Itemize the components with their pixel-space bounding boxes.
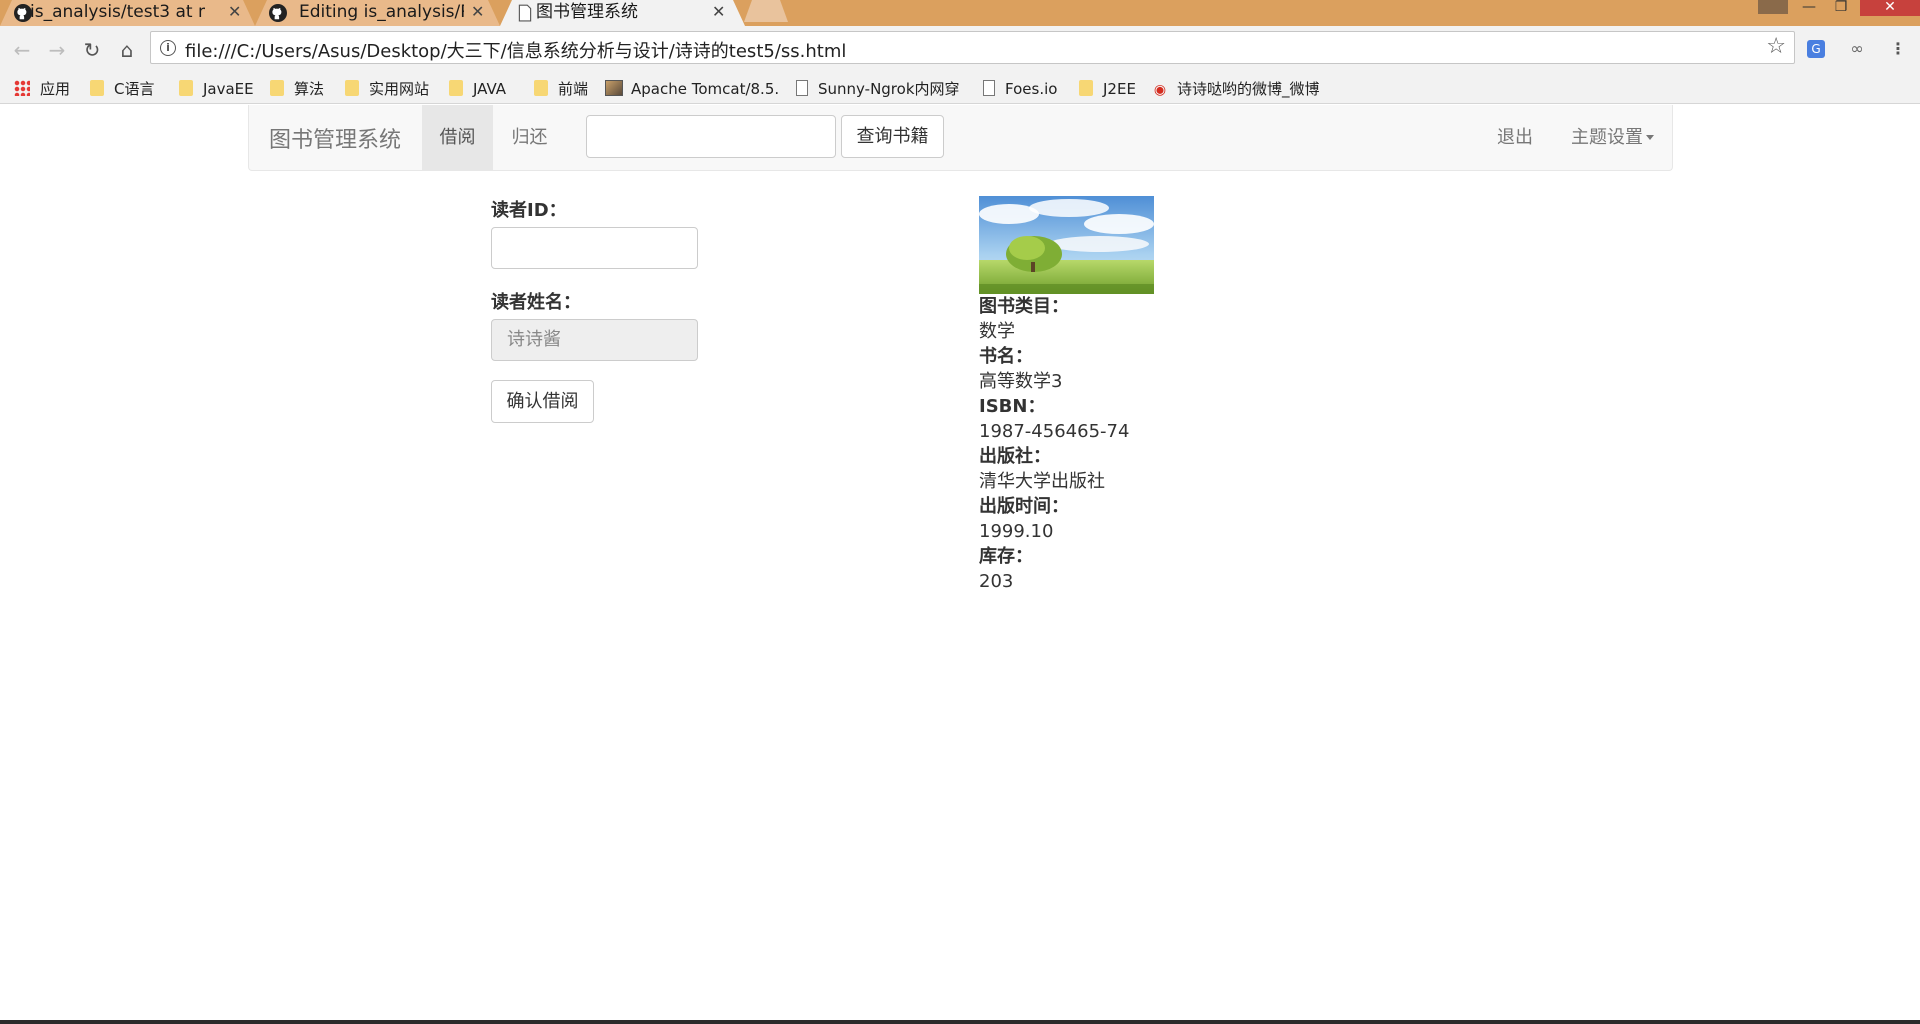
close-icon[interactable]: ✕	[712, 0, 725, 24]
apps-icon	[14, 80, 30, 96]
github-icon	[269, 4, 287, 22]
bookmark-label: 应用	[40, 80, 71, 98]
close-icon[interactable]: ✕	[471, 0, 484, 24]
home-icon[interactable]: ⌂	[115, 39, 139, 63]
isbn-label: ISBN：	[979, 396, 1046, 417]
nav-return[interactable]: 归还	[493, 105, 566, 170]
publisher-label: 出版社：	[979, 446, 1051, 467]
theme-settings-dropdown[interactable]: 主题设置	[1571, 105, 1654, 170]
book-cover-image	[979, 196, 1154, 294]
tab-editing-readme[interactable]: Editing is_analysis/REA ✕	[255, 0, 500, 26]
bottom-border	[0, 1020, 1920, 1024]
github-icon	[14, 4, 32, 22]
bookmark-j2ee[interactable]: J2EE	[1079, 79, 1136, 99]
tab-is-analysis-test3[interactable]: is_analysis/test3 at ma ✕	[0, 0, 255, 26]
book-details: 图书类目： 数学 书名： 高等数学3 ISBN： 1987-456465-74 …	[979, 294, 1129, 594]
tab-library-system[interactable]: 图书管理系统 ✕	[500, 0, 745, 26]
reload-icon[interactable]: ↻	[80, 39, 104, 63]
bookmark-label: Sunny-Ngrok内网穿	[818, 80, 960, 98]
folder-icon	[449, 80, 463, 96]
title-label: 书名：	[979, 346, 1033, 367]
category-value: 数学	[979, 321, 1015, 342]
bookmark-label: Apache Tomcat/8.5.	[631, 80, 780, 98]
pubdate-label: 出版时间：	[979, 496, 1069, 517]
minimize-icon[interactable]: —	[1796, 0, 1822, 16]
bookmark-foes[interactable]: Foes.io	[983, 79, 1057, 99]
caret-down-icon	[1646, 135, 1654, 140]
forward-icon[interactable]: →	[45, 39, 69, 63]
bookmarks-bar: 应用 C语言 JavaEE 算法 实用网站 JAVA 前端 Apache Tom…	[0, 74, 1920, 104]
reader-id-label: 读者ID：	[491, 200, 567, 221]
extension-icon[interactable]: ∞	[1846, 38, 1868, 60]
bookmark-c-language[interactable]: C语言	[90, 79, 154, 99]
bookmark-javaee[interactable]: JavaEE	[179, 79, 254, 99]
bookmark-tomcat[interactable]: Apache Tomcat/8.5.	[605, 79, 779, 99]
menu-icon[interactable]: ⋮	[1887, 38, 1909, 60]
back-icon[interactable]: ←	[10, 39, 34, 63]
reader-id-input[interactable]	[491, 227, 698, 269]
bookmark-frontend[interactable]: 前端	[534, 79, 588, 99]
bookmark-label: 算法	[294, 80, 325, 98]
folder-icon	[179, 80, 193, 96]
category-label: 图书类目：	[979, 296, 1069, 317]
bookmark-label: 诗诗哒哟的微博_微博	[1177, 80, 1320, 98]
bookmark-algorithm[interactable]: 算法	[270, 79, 324, 99]
logout-link[interactable]: 退出	[1497, 105, 1533, 170]
address-bar[interactable]: i file:///C:/Users/Asus/Desktop/大三下/信息系统…	[150, 31, 1795, 64]
bookmark-apps[interactable]: 应用	[14, 79, 70, 99]
folder-icon	[1079, 80, 1093, 96]
browser-toolbar: ← → ↻ ⌂ i file:///C:/Users/Asus/Desktop/…	[0, 26, 1920, 74]
bookmark-label: 实用网站	[369, 80, 430, 98]
search-books-button[interactable]: 查询书籍	[841, 115, 944, 158]
folder-icon	[270, 80, 284, 96]
bookmark-useful-sites[interactable]: 实用网站	[345, 79, 429, 99]
folder-icon	[345, 80, 359, 96]
bookmark-weibo[interactable]: ◉ 诗诗哒哟的微博_微博	[1151, 79, 1320, 99]
info-icon[interactable]: i	[160, 40, 176, 56]
page-icon	[796, 80, 808, 96]
bookmark-java[interactable]: JAVA	[449, 79, 506, 99]
bookmark-label: JavaEE	[203, 80, 254, 98]
stock-label: 库存：	[979, 546, 1033, 567]
tab-title: 图书管理系统	[536, 2, 638, 22]
image-icon	[605, 80, 623, 96]
app-brand[interactable]: 图书管理系统	[269, 122, 401, 154]
bookmark-label: JAVA	[473, 80, 507, 98]
stock-value: 203	[979, 571, 1014, 592]
translate-extension-icon[interactable]: G	[1807, 40, 1825, 58]
publisher-value: 清华大学出版社	[979, 471, 1105, 492]
page-icon	[516, 4, 534, 22]
nav-borrow[interactable]: 借阅	[422, 105, 493, 170]
new-tab-button[interactable]	[744, 0, 788, 22]
isbn-value: 1987-456465-74	[979, 421, 1130, 442]
reader-name-label: 读者姓名：	[491, 292, 581, 313]
bookmark-label: C语言	[114, 80, 155, 98]
tab-title: is_analysis/test3 at ma	[30, 2, 193, 22]
bookmark-label: 前端	[558, 80, 589, 98]
url-text: file:///C:/Users/Asus/Desktop/大三下/信息系统分析…	[185, 41, 847, 62]
folder-icon	[534, 80, 548, 96]
window-close-icon[interactable]: ✕	[1860, 0, 1920, 16]
maximize-icon[interactable]: ❐	[1828, 0, 1854, 16]
bookmark-sunny-ngrok[interactable]: Sunny-Ngrok内网穿	[796, 79, 960, 99]
tab-strip: is_analysis/test3 at ma ✕ Editing is_ana…	[0, 0, 1920, 26]
user-profile-icon[interactable]	[1758, 0, 1788, 14]
page-icon	[983, 80, 995, 96]
bookmark-label: J2EE	[1103, 80, 1136, 98]
bookmark-label: Foes.io	[1005, 80, 1058, 98]
pubdate-value: 1999.10	[979, 521, 1054, 542]
weibo-icon: ◉	[1153, 82, 1167, 98]
bookmark-star-icon[interactable]: ☆	[1766, 34, 1786, 59]
book-search-input[interactable]	[586, 115, 836, 158]
tab-title: Editing is_analysis/REA	[299, 2, 461, 22]
theme-settings-label: 主题设置	[1571, 127, 1643, 148]
title-value: 高等数学3	[979, 371, 1063, 392]
folder-icon	[90, 80, 104, 96]
confirm-borrow-button[interactable]: 确认借阅	[491, 380, 594, 423]
reader-name-input[interactable]: 诗诗酱	[491, 319, 698, 361]
close-icon[interactable]: ✕	[228, 0, 241, 24]
app-navbar: 图书管理系统 借阅 归还 查询书籍 退出 主题设置	[248, 105, 1673, 171]
page-content: 图书管理系统 借阅 归还 查询书籍 退出 主题设置 读者ID： 读者姓名： 诗诗…	[0, 105, 1920, 1020]
